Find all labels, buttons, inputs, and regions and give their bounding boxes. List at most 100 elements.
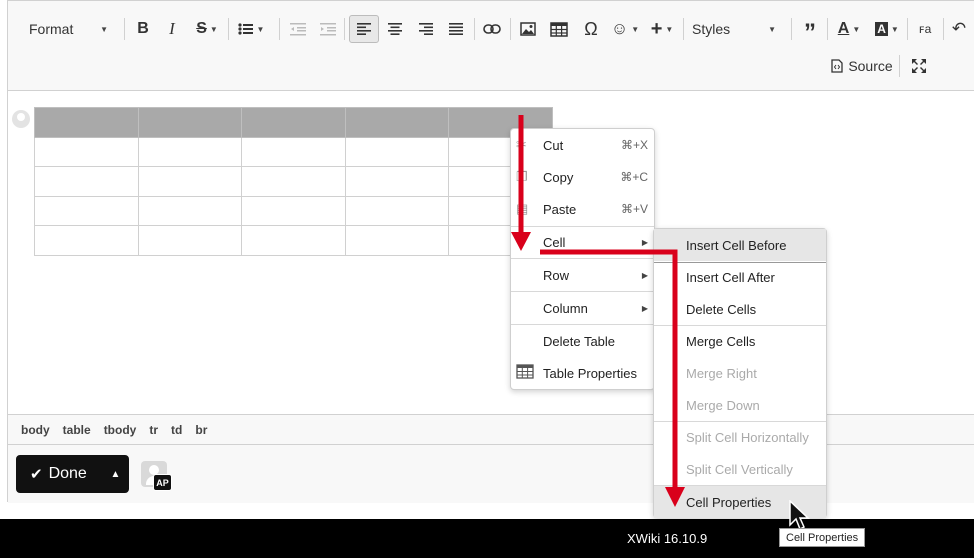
- user-initials-badge: AP: [153, 474, 172, 491]
- special-char-icon[interactable]: Ω: [580, 15, 602, 43]
- copy-icon: ❐: [516, 169, 528, 184]
- table-cell[interactable]: [241, 166, 346, 197]
- menu-item-split-horizontally[interactable]: Split Cell Horizontally: [654, 421, 826, 453]
- toolbar-separator: [344, 18, 345, 40]
- justify-icon[interactable]: [445, 15, 467, 43]
- path-tbody[interactable]: tbody: [104, 423, 137, 437]
- bulleted-list-icon[interactable]: ▼: [236, 15, 266, 43]
- indent-icon[interactable]: [317, 15, 339, 43]
- path-body[interactable]: body: [21, 423, 50, 437]
- source-button[interactable]: Source: [830, 52, 894, 80]
- chevron-down-icon: ▼: [100, 24, 108, 34]
- text-direction-icon[interactable]: ꜰa: [914, 15, 936, 43]
- text-color-icon[interactable]: A ▼: [834, 15, 864, 43]
- blockquote-icon[interactable]: ”: [798, 15, 822, 46]
- table-cell[interactable]: [241, 136, 346, 167]
- strikethrough-icon[interactable]: S ▼: [191, 15, 223, 43]
- menu-item-table-properties[interactable]: Table Properties: [511, 357, 654, 389]
- table-cell[interactable]: [241, 225, 346, 256]
- submenu-arrow-icon: ▶: [641, 303, 648, 313]
- path-table[interactable]: table: [63, 423, 91, 437]
- menu-item-merge-right[interactable]: Merge Right: [654, 357, 826, 389]
- toolbar-separator: [791, 18, 792, 40]
- content-table[interactable]: [34, 107, 553, 256]
- align-center-icon[interactable]: [384, 15, 406, 43]
- table-cell[interactable]: [137, 136, 243, 167]
- image-icon[interactable]: [517, 15, 539, 43]
- toolbar-separator: [943, 18, 944, 40]
- toolbar-separator: [228, 18, 229, 40]
- done-options-caret-icon[interactable]: ▲: [102, 469, 129, 480]
- table-cell[interactable]: [34, 166, 139, 197]
- scissors-icon: ✂: [516, 137, 527, 152]
- align-right-icon[interactable]: [415, 15, 437, 43]
- styles-dropdown[interactable]: Styles ▼: [684, 15, 784, 43]
- path-td[interactable]: td: [171, 423, 182, 437]
- table-cell[interactable]: [34, 195, 139, 226]
- toolbar-separator: [827, 18, 828, 40]
- table-icon: [516, 364, 534, 382]
- menu-item-merge-cells[interactable]: Merge Cells: [654, 325, 826, 357]
- submenu-arrow-icon: ▶: [641, 237, 648, 247]
- table-cell[interactable]: [34, 225, 139, 256]
- menu-item-column[interactable]: Column ▶: [511, 292, 654, 324]
- footer-version: XWiki 16.10.9: [627, 531, 708, 546]
- table-cell[interactable]: [344, 136, 450, 167]
- table-row: [34, 225, 553, 256]
- menu-item-copy[interactable]: ❐ Copy ⌘+C: [511, 161, 654, 193]
- table-cell[interactable]: [344, 107, 450, 138]
- menu-item-insert-cell-after[interactable]: Insert Cell After: [654, 261, 826, 293]
- element-path-bar: body table tbody tr td br: [8, 414, 974, 445]
- table-cell[interactable]: [344, 166, 450, 197]
- chevron-down-icon: ▼: [768, 24, 776, 34]
- menu-item-split-vertically[interactable]: Split Cell Vertically: [654, 453, 826, 485]
- undo-icon[interactable]: ↶: [948, 15, 970, 43]
- table-row: [34, 136, 553, 167]
- checkmark-icon: ✔: [30, 466, 43, 483]
- menu-item-row[interactable]: Row ▶: [511, 259, 654, 291]
- toolbar-separator: [510, 18, 511, 40]
- author-avatar-icon: [12, 110, 30, 128]
- editor-toolbar: Format ▼ B I S ▼ ▼ Ω ☺ ▼ + ▼ Styles ▼ ” …: [8, 1, 974, 91]
- submenu-arrow-icon: ▶: [641, 270, 648, 280]
- path-tr[interactable]: tr: [149, 423, 158, 437]
- table-cell[interactable]: [137, 225, 243, 256]
- table-cell[interactable]: [137, 195, 243, 226]
- italic-icon[interactable]: I: [161, 15, 183, 43]
- table-cell[interactable]: [344, 195, 450, 226]
- maximize-icon[interactable]: [907, 52, 931, 80]
- menu-item-insert-cell-before[interactable]: Insert Cell Before: [654, 229, 826, 261]
- table-cell[interactable]: [241, 195, 346, 226]
- edit-actions-bar: ✔ Done ▲ AP: [8, 445, 974, 503]
- menu-item-merge-down[interactable]: Merge Down: [654, 389, 826, 421]
- path-br[interactable]: br: [195, 423, 207, 437]
- table-icon[interactable]: [548, 15, 570, 43]
- editor-content[interactable]: [8, 91, 974, 414]
- menu-item-delete-cells[interactable]: Delete Cells: [654, 293, 826, 325]
- toolbar-separator: [474, 18, 475, 40]
- bold-icon[interactable]: B: [132, 15, 154, 43]
- insert-plus-icon[interactable]: + ▼: [647, 15, 677, 43]
- format-dropdown[interactable]: Format ▼: [21, 15, 116, 43]
- menu-item-delete-table[interactable]: Delete Table: [511, 325, 654, 357]
- tooltip: Cell Properties: [779, 528, 866, 547]
- table-cell[interactable]: [137, 107, 243, 138]
- table-row: [34, 166, 553, 197]
- toolbar-separator: [124, 18, 125, 40]
- table-cell[interactable]: [137, 166, 243, 197]
- align-left-icon[interactable]: [349, 15, 379, 43]
- table-cell[interactable]: [241, 107, 346, 138]
- table-cell[interactable]: [34, 107, 139, 138]
- done-button[interactable]: ✔ Done: [16, 455, 102, 493]
- menu-item-cut[interactable]: ✂ Cut ⌘+X: [511, 129, 654, 161]
- table-cell[interactable]: [344, 225, 450, 256]
- link-icon[interactable]: [481, 15, 503, 43]
- emoji-icon[interactable]: ☺ ▼: [609, 15, 641, 43]
- menu-item-cell[interactable]: Cell ▶: [511, 226, 654, 258]
- menu-item-paste[interactable]: ▤ Paste ⌘+V: [511, 193, 654, 225]
- done-label: Done: [48, 465, 87, 482]
- table-cell[interactable]: [34, 136, 139, 167]
- background-color-icon[interactable]: A ▼: [872, 15, 902, 43]
- table-row: [34, 107, 553, 138]
- outdent-icon[interactable]: [287, 15, 309, 43]
